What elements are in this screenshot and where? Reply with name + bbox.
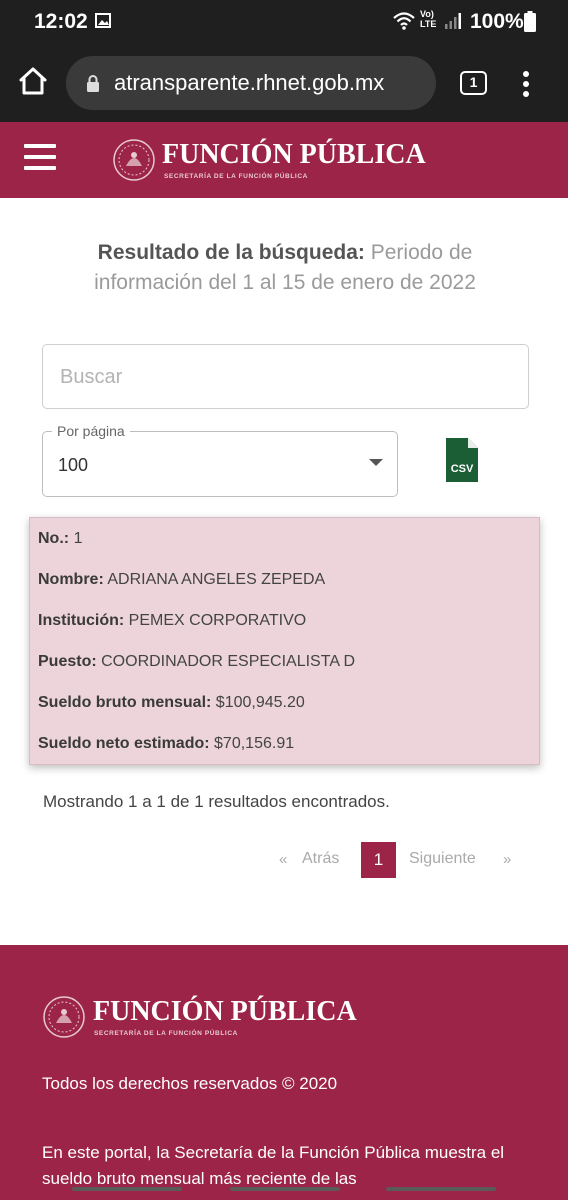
results-count: Mostrando 1 a 1 de 1 resultados encontra… [43,792,390,811]
footer-brand-title: FUNCIÓN PÚBLICA [93,996,357,1027]
footer-copyright: Todos los derechos reservados © 2020 [42,1074,338,1093]
per-page-value: 100 [58,455,89,475]
csv-download-icon[interactable]: CSV [446,438,478,482]
card-row-number: No.: 1 [38,530,83,547]
pagination-next-arrow[interactable]: » [503,851,511,868]
csv-label: CSV [451,463,474,475]
pagination-prev-arrow[interactable]: « [279,851,287,868]
url-text: atransparente.rhnet.gob.mx [114,70,385,95]
brand-title[interactable]: FUNCIÓN PÚBLICA [162,139,426,171]
pagination-current-page[interactable]: 1 [361,842,396,878]
status-time: 12:02 [34,10,88,33]
gallery-icon [95,13,111,28]
volte-icon: Vo) LTE [420,9,437,29]
per-page-select[interactable]: Por página 100 [42,423,398,497]
nav-handle-left [72,1187,182,1191]
footer-description: En este portal, la Secretaría de la Func… [42,1143,505,1188]
browser-toolbar: atransparente.rhnet.gob.mx 1 [0,44,568,122]
result-heading-label: Resultado de la búsqueda: [97,241,365,264]
tabs-icon[interactable]: 1 [460,71,487,95]
card-row-net-salary: Sueldo neto estimado: $70,156.91 [38,735,295,752]
site-footer: FUNCIÓN PÚBLICA SECRETARÍA DE LA FUNCIÓN… [0,945,568,1200]
site-header: FUNCIÓN PÚBLICA SECRETARÍA DE LA FUNCIÓN… [0,122,568,198]
pagination-prev[interactable]: Atrás [302,850,339,868]
battery-icon [524,11,536,32]
card-row-position: Puesto: COORDINADOR ESPECIALISTA D [38,653,356,670]
hamburger-menu-icon[interactable] [24,144,56,174]
home-icon[interactable] [18,66,48,96]
pagination-next[interactable]: Siguiente [409,850,476,868]
battery-level: 100% [470,10,524,33]
signal-icon [445,13,461,29]
nav-handle-center[interactable] [230,1187,340,1191]
result-card: No.: 1 Nombre: ADRIANA ANGELES ZEPEDA In… [29,517,540,765]
search-input[interactable]: Buscar [42,344,529,409]
lock-icon [87,75,99,92]
status-bar: 12:02 Vo) LTE 100% [0,0,568,44]
card-row-institution: Institución: PEMEX CORPORATIVO [38,612,307,629]
wifi-icon [393,12,415,30]
mexico-seal-icon [43,996,85,1038]
menu-dots-icon[interactable] [522,70,530,98]
per-page-label: Por página [52,423,130,439]
address-bar[interactable]: atransparente.rhnet.gob.mx [66,56,436,110]
result-heading: Resultado de la búsqueda: Periodo de inf… [60,238,510,298]
mexico-seal-icon [113,139,155,181]
card-row-name: Nombre: ADRIANA ANGELES ZEPEDA [38,571,326,588]
footer-brand-subtitle: SECRETARÍA DE LA FUNCIÓN PÚBLICA [94,1030,238,1037]
nav-handle-right [386,1187,496,1191]
dropdown-arrow-icon [369,459,383,466]
brand-subtitle: SECRETARÍA DE LA FUNCIÓN PÚBLICA [164,173,308,180]
card-row-gross-salary: Sueldo bruto mensual: $100,945.20 [38,694,305,711]
